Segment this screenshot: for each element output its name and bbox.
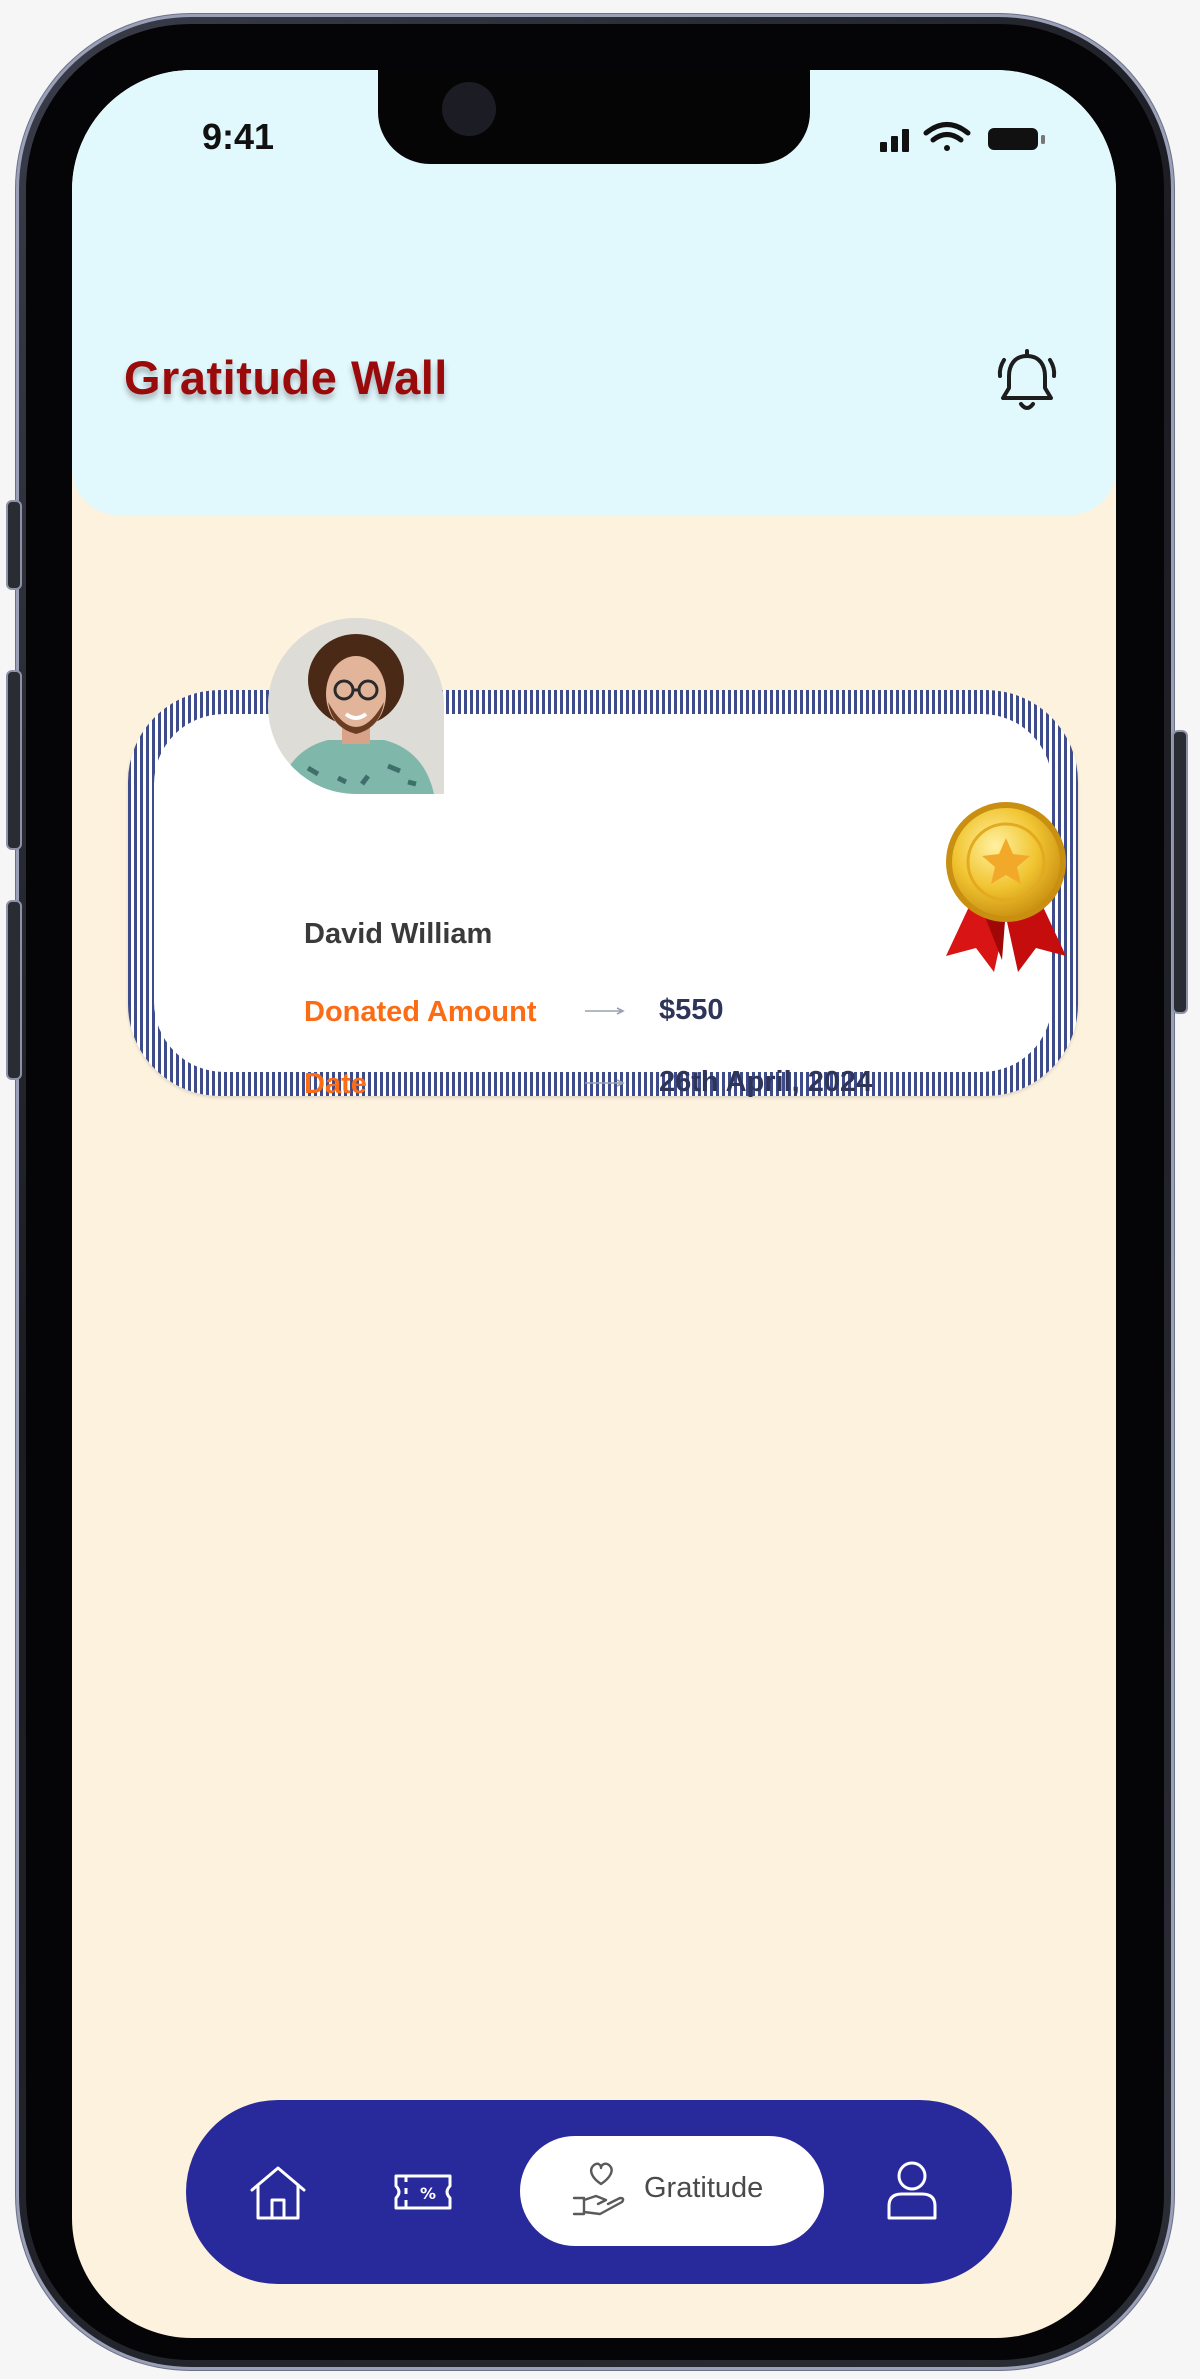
volume-up-button — [6, 670, 22, 850]
header: 9:41 Gratitude Wall — [72, 70, 1116, 515]
nav-item-gratitude[interactable]: Gratitude — [520, 2136, 824, 2246]
date-label: Date — [304, 1068, 367, 1100]
avatar-photo — [268, 618, 444, 794]
date-value: 26th April, 2024 — [659, 1066, 873, 1098]
donor-card[interactable]: David William Donated Amount $550 Date 2… — [128, 618, 1080, 1100]
status-icons — [880, 122, 1045, 152]
page-title: Gratitude Wall — [124, 351, 448, 404]
signal-icon — [880, 129, 909, 152]
front-camera — [442, 82, 496, 136]
status-time: 9:41 — [202, 116, 275, 157]
gratitude-icon — [572, 2162, 625, 2216]
mute-switch — [6, 500, 22, 590]
donor-name: David William — [304, 918, 493, 950]
notch — [378, 70, 810, 164]
arrow-right-icon — [585, 1079, 625, 1087]
wifi-icon — [923, 122, 971, 151]
notification-bell-icon[interactable] — [994, 348, 1060, 416]
coupon-icon[interactable]: % — [392, 2170, 454, 2214]
bottom-nav: % Gratitude — [186, 2100, 1012, 2284]
gold-medal-icon — [946, 802, 1066, 972]
power-button — [1172, 730, 1188, 1014]
nav-label-gratitude: Gratitude — [644, 2172, 764, 2204]
donated-amount-value: $550 — [659, 994, 724, 1026]
volume-down-button — [6, 900, 22, 1080]
svg-text:%: % — [420, 2184, 436, 2203]
profile-icon[interactable] — [884, 2158, 940, 2222]
battery-icon — [988, 128, 1045, 150]
card-body: David William Donated Amount $550 Date 2… — [154, 714, 1052, 1100]
donated-amount-label: Donated Amount — [304, 996, 537, 1028]
avatar — [268, 618, 444, 794]
arrow-right-icon — [585, 1007, 625, 1015]
home-icon[interactable] — [246, 2162, 310, 2222]
phone-screen: 9:41 Gratitude Wall David William Donate… — [72, 70, 1116, 2338]
